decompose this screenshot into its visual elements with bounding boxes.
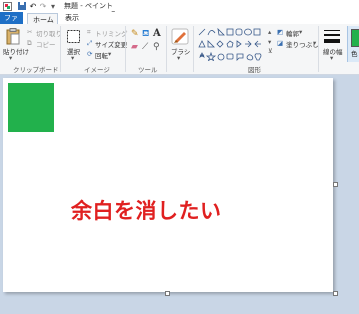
paste-dropdown-icon[interactable]: ▾: [9, 54, 12, 62]
text-tool-icon[interactable]: A: [153, 28, 161, 39]
green-rectangle: [8, 83, 54, 132]
ribbon-tab-bar: ファイル ホーム 表示: [0, 12, 359, 34]
resize-handle-corner[interactable]: [333, 291, 338, 296]
window-title: 無題 - ペイント: [64, 2, 113, 10]
ribbon-divider: [318, 26, 319, 72]
shapes-scroll-up-icon[interactable]: ▴: [268, 28, 271, 36]
fill-icon[interactable]: ◪: [277, 39, 283, 47]
copy-button[interactable]: コピー: [36, 39, 56, 49]
shapes-scroll-down-icon[interactable]: ▾: [268, 38, 271, 46]
shapes-group-label: 図形: [248, 66, 261, 74]
ribbon-divider: [193, 26, 194, 72]
resize-icon[interactable]: ⤢: [87, 39, 92, 48]
brushes-icon[interactable]: [170, 27, 190, 45]
brushes-button[interactable]: ブラシ: [171, 46, 190, 56]
tab-view[interactable]: 表示: [60, 12, 84, 24]
crop-icon[interactable]: ⌗: [87, 28, 91, 37]
canvas-text: 余白を消したい: [71, 199, 222, 223]
rotate-icon[interactable]: ⟳: [87, 50, 92, 58]
redo-icon[interactable]: ↷: [38, 1, 48, 11]
outline-button[interactable]: 輪郭: [286, 28, 299, 38]
paint-app-icon[interactable]: [2, 1, 12, 11]
color1-label: 色: [351, 50, 358, 58]
color1-button[interactable]: 色: [347, 26, 359, 62]
canvas-workspace: 余白を消したい: [0, 75, 359, 314]
ribbon-divider: [166, 26, 167, 72]
fill-bucket-icon[interactable]: ⛾: [142, 29, 149, 40]
cut-button[interactable]: 切り取り: [36, 28, 62, 38]
pencil-icon[interactable]: ✎: [131, 29, 139, 39]
select-icon[interactable]: [66, 29, 80, 43]
tab-file[interactable]: ファイル: [0, 12, 23, 34]
outline-icon[interactable]: ◩: [277, 28, 283, 36]
shapes-gallery[interactable]: [197, 27, 267, 61]
eraser-icon[interactable]: ▰: [131, 42, 138, 52]
undo-icon[interactable]: ↶: [28, 1, 38, 11]
line-width-icon[interactable]: [323, 28, 341, 44]
paste-button[interactable]: 貼り付け: [3, 46, 29, 56]
outline-dropdown-icon[interactable]: ▾: [299, 28, 302, 36]
color-picker-icon[interactable]: ⟋: [142, 42, 148, 52]
magnifier-icon[interactable]: ⚲: [153, 42, 160, 52]
cut-icon[interactable]: ✂: [27, 28, 32, 36]
title-bar: ↶ ↷ ▾ 無題 - ペイント ↖: [0, 0, 359, 21]
tools-group-label: ツール: [138, 66, 158, 74]
save-icon[interactable]: [17, 1, 27, 11]
brushes-dropdown-icon[interactable]: ▾: [177, 54, 180, 62]
paste-icon[interactable]: [5, 27, 21, 45]
line-width-dropdown-icon[interactable]: ▾: [330, 54, 333, 62]
ribbon: 貼り付け ▾ ✂ 切り取り ⧉ コピー クリップボード 選択 ▾ ⌗ トリミング…: [0, 24, 359, 75]
fill-dropdown-icon[interactable]: ▾: [313, 39, 316, 47]
rotate-dropdown-icon[interactable]: ▾: [108, 50, 111, 58]
clipboard-group-label: クリップボード: [13, 66, 59, 74]
select-dropdown-icon[interactable]: ▾: [71, 54, 74, 62]
color1-swatch: [351, 29, 359, 47]
rotate-button[interactable]: 回転: [95, 50, 108, 60]
resize-handle-right[interactable]: [333, 182, 338, 187]
customize-quick-access-icon[interactable]: ▾: [48, 1, 58, 11]
crop-button[interactable]: トリミング: [95, 28, 128, 38]
ribbon-divider: [125, 26, 126, 72]
ribbon-divider: [60, 26, 61, 72]
image-group-label: イメージ: [84, 66, 110, 74]
copy-icon[interactable]: ⧉: [27, 39, 32, 48]
shapes-more-icon[interactable]: ⊻: [268, 47, 273, 55]
resize-handle-bottom[interactable]: [165, 291, 170, 296]
drawing-canvas[interactable]: 余白を消したい: [3, 78, 333, 292]
resize-button[interactable]: サイズ変更: [95, 39, 127, 49]
